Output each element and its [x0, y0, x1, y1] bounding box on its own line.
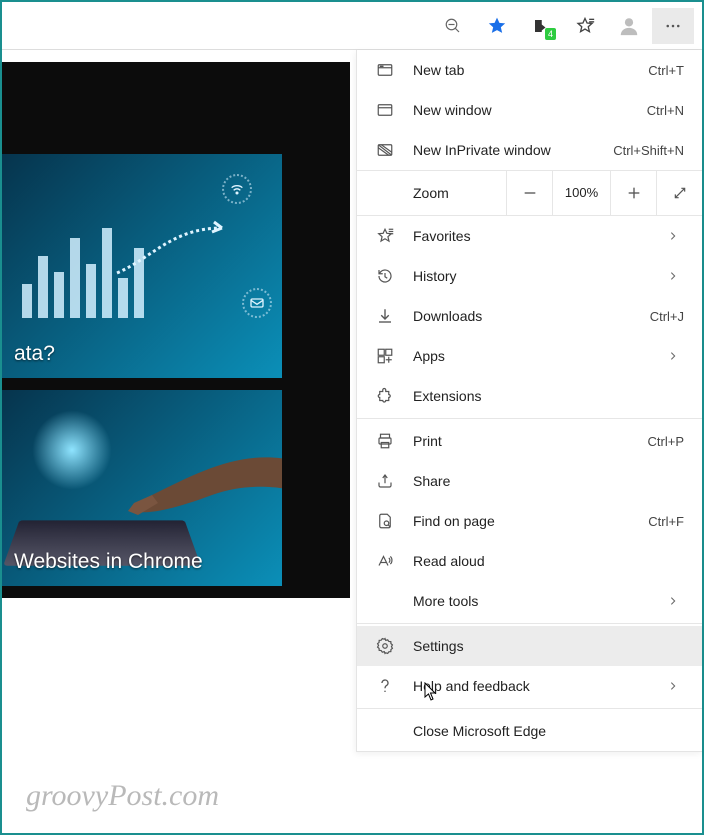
menu-label: New window — [413, 102, 647, 118]
menu-label: Help and feedback — [413, 678, 668, 694]
menu-shortcut: Ctrl+T — [648, 63, 684, 78]
menu-label: Favorites — [413, 228, 668, 244]
extension-icon[interactable]: 4 — [520, 8, 562, 44]
main-menu: New tab Ctrl+T New window Ctrl+N New InP… — [356, 50, 702, 752]
menu-zoom-row: Zoom 100% — [357, 170, 702, 216]
hand-decor — [92, 450, 282, 520]
gear-icon — [375, 636, 395, 656]
share-icon — [375, 471, 395, 491]
menu-settings[interactable]: Settings — [357, 626, 702, 666]
toolbar: 4 — [2, 2, 702, 50]
mail-icon — [242, 288, 272, 318]
profile-icon[interactable] — [608, 8, 650, 44]
menu-close-edge[interactable]: Close Microsoft Edge — [357, 711, 702, 751]
menu-label: Find on page — [413, 513, 648, 529]
menu-label: Close Microsoft Edge — [413, 723, 684, 739]
chevron-right-icon — [668, 351, 684, 361]
history-icon — [375, 266, 395, 286]
menu-label: Extensions — [413, 388, 684, 404]
favorites-star-icon[interactable] — [476, 8, 518, 44]
menu-label: Share — [413, 473, 684, 489]
print-icon — [375, 431, 395, 451]
menu-downloads[interactable]: Downloads Ctrl+J — [357, 296, 702, 336]
blank-icon — [375, 721, 395, 741]
more-button[interactable] — [652, 8, 694, 44]
favorites-add-icon[interactable] — [564, 8, 606, 44]
favorites-icon — [375, 226, 395, 246]
menu-label: Read aloud — [413, 553, 684, 569]
apps-icon — [375, 346, 395, 366]
menu-shortcut: Ctrl+F — [648, 514, 684, 529]
menu-apps[interactable]: Apps — [357, 336, 702, 376]
arrow-line-decor — [112, 218, 262, 278]
new-tab-icon — [375, 60, 395, 80]
wifi-icon — [222, 174, 252, 204]
menu-favorites[interactable]: Favorites — [357, 216, 702, 256]
menu-find[interactable]: Find on page Ctrl+F — [357, 501, 702, 541]
menu-shortcut: Ctrl+J — [650, 309, 684, 324]
zoom-in-button[interactable] — [610, 170, 656, 216]
menu-shortcut: Ctrl+N — [647, 103, 684, 118]
menu-print[interactable]: Print Ctrl+P — [357, 421, 702, 461]
zoom-value: 100% — [552, 170, 610, 216]
help-icon — [375, 676, 395, 696]
menu-new-inprivate[interactable]: New InPrivate window Ctrl+Shift+N — [357, 130, 702, 170]
chevron-right-icon — [668, 231, 684, 241]
inprivate-icon — [375, 140, 395, 160]
menu-separator — [357, 708, 702, 709]
watermark: groovyPost.com — [26, 779, 219, 813]
zoom-out-button[interactable] — [506, 170, 552, 216]
menu-shortcut: Ctrl+Shift+N — [613, 143, 684, 158]
chevron-right-icon — [668, 681, 684, 691]
menu-label: New InPrivate window — [413, 142, 613, 158]
downloads-icon — [375, 306, 395, 326]
article-card-2-title: Websites in Chrome — [14, 550, 203, 574]
menu-read-aloud[interactable]: Read aloud — [357, 541, 702, 581]
menu-shortcut: Ctrl+P — [648, 434, 684, 449]
menu-label: Apps — [413, 348, 668, 364]
menu-help[interactable]: Help and feedback — [357, 666, 702, 706]
menu-separator — [357, 623, 702, 624]
new-window-icon — [375, 100, 395, 120]
menu-new-window[interactable]: New window Ctrl+N — [357, 90, 702, 130]
menu-extensions[interactable]: Extensions — [357, 376, 702, 416]
extension-badge: 4 — [545, 28, 556, 40]
article-card-2[interactable]: Websites in Chrome — [2, 390, 282, 586]
zoom-label: Zoom — [413, 185, 449, 201]
menu-history[interactable]: History — [357, 256, 702, 296]
blank-icon — [375, 591, 395, 611]
zoom-out-icon[interactable] — [432, 8, 474, 44]
chevron-right-icon — [668, 271, 684, 281]
read-aloud-icon — [375, 551, 395, 571]
menu-label: History — [413, 268, 668, 284]
menu-label: New tab — [413, 62, 648, 78]
menu-new-tab[interactable]: New tab Ctrl+T — [357, 50, 702, 90]
extensions-icon — [375, 386, 395, 406]
menu-label: More tools — [413, 593, 668, 609]
menu-share[interactable]: Share — [357, 461, 702, 501]
menu-more-tools[interactable]: More tools — [357, 581, 702, 621]
menu-separator — [357, 418, 702, 419]
menu-label: Settings — [413, 638, 684, 654]
chevron-right-icon — [668, 596, 684, 606]
find-icon — [375, 511, 395, 531]
article-card-1-title: ata? — [14, 342, 55, 366]
menu-label: Downloads — [413, 308, 650, 324]
menu-label: Print — [413, 433, 648, 449]
article-card-1[interactable]: ata? — [2, 154, 282, 378]
fullscreen-button[interactable] — [656, 170, 702, 216]
